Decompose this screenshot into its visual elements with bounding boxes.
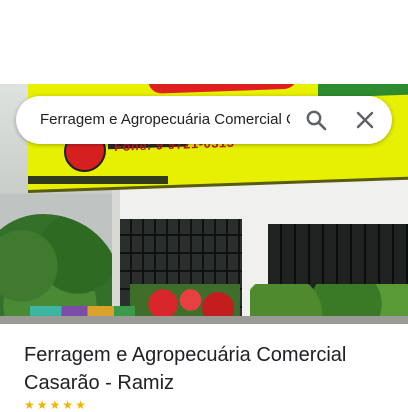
- close-icon[interactable]: [353, 108, 377, 132]
- search-icon[interactable]: [304, 108, 328, 132]
- top-blank-area: [0, 0, 408, 84]
- search-input[interactable]: Ferragem e Agropecuária Comercial Casarã…: [40, 96, 290, 144]
- star-icon: ★: [62, 398, 74, 412]
- star-icon: ★: [24, 398, 35, 412]
- star-icon: ★: [36, 398, 48, 412]
- rating-row: ★ ★ ★ ★ ★: [24, 398, 86, 412]
- star-icon: ★: [75, 398, 86, 412]
- search-bar[interactable]: Ferragem e Agropecuária Comercial Casarã…: [16, 96, 392, 144]
- star-icon: ★: [49, 398, 61, 412]
- place-title: Ferragem e Agropecuária Comercial Casarã…: [24, 344, 347, 394]
